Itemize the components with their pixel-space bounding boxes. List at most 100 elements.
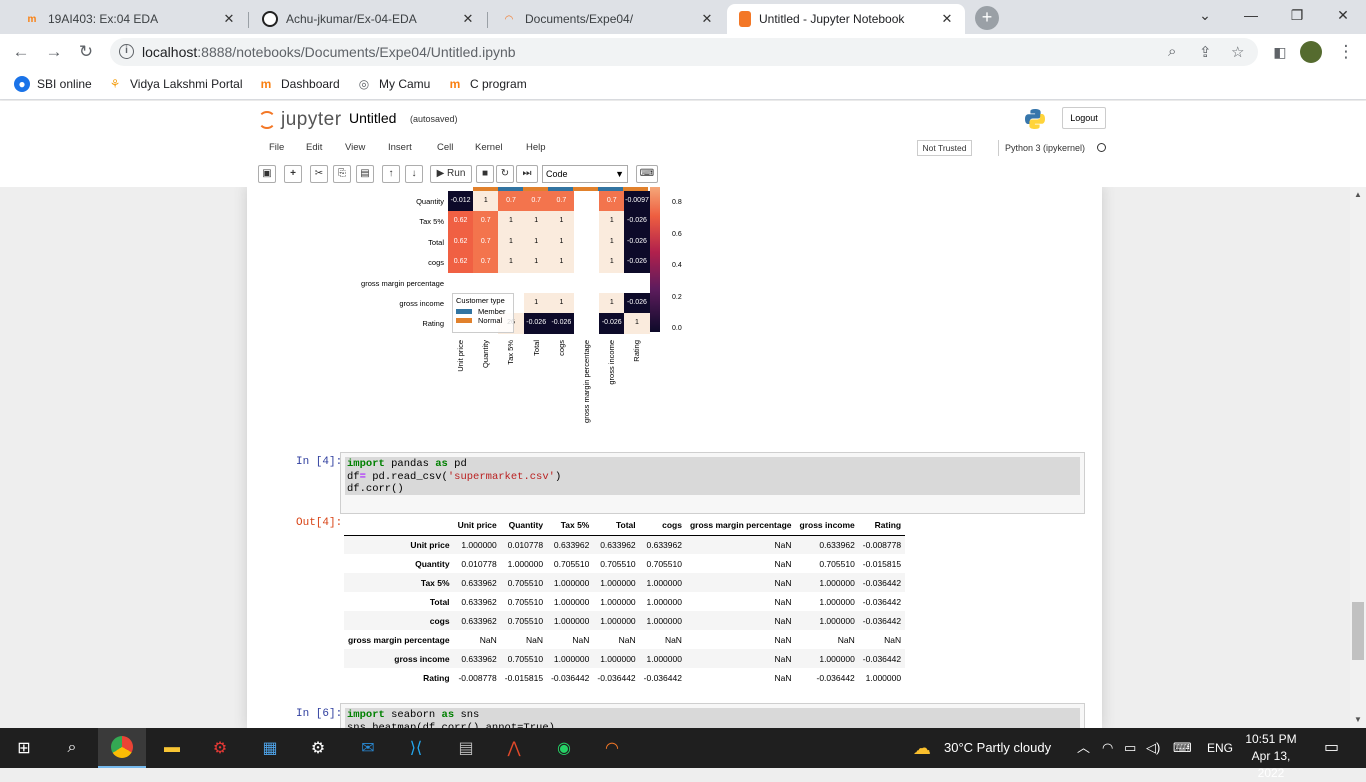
matlab-icon[interactable]: ⋀ — [490, 728, 538, 768]
code-cell-6[interactable]: import seaborn as sns sns.heatmap(df.corr… — [340, 703, 1085, 728]
system-clock[interactable]: 10:51 PM Apr 13, 2022 — [1238, 731, 1304, 782]
new-tab-button[interactable]: + — [975, 6, 999, 30]
move-up-icon[interactable]: ↑ — [382, 165, 400, 183]
tab-title: Documents/Expe04/ — [525, 12, 634, 26]
menu-view[interactable]: View — [345, 142, 365, 153]
close-tab-icon[interactable]: ✕ — [460, 11, 476, 27]
logout-button[interactable]: Logout — [1062, 107, 1106, 129]
side-panel-icon[interactable]: ◧ — [1268, 40, 1292, 64]
menu-insert[interactable]: Insert — [388, 142, 412, 153]
scroll-up-icon[interactable]: ▲ — [1354, 190, 1362, 199]
close-tab-icon[interactable]: ✕ — [939, 11, 955, 27]
scroll-down-icon[interactable]: ▼ — [1354, 715, 1362, 724]
keyboard-icon[interactable]: ⌨ — [1173, 728, 1192, 768]
tab-untitled-notebook[interactable]: Untitled - Jupyter Notebook ✕ — [727, 4, 965, 34]
language-indicator[interactable]: ENG — [1207, 728, 1233, 768]
table-cell: 1.000000 — [646, 577, 682, 588]
table-cell: NaN — [774, 558, 792, 569]
wifi-icon[interactable]: ◠ — [1102, 728, 1113, 768]
legend-strip — [498, 187, 523, 191]
tab-jupyter-files[interactable]: ◠ Documents/Expe04/ ✕ — [489, 4, 725, 34]
code-editor[interactable]: import pandas as pd df= pd.read_csv('supe… — [345, 457, 1080, 495]
cell-type-select[interactable]: Code ▼ — [542, 165, 628, 183]
command-palette-icon[interactable]: ⌨ — [636, 165, 658, 183]
control-panel-icon[interactable]: ▦ — [246, 728, 294, 768]
weather-text[interactable]: 30°C Partly cloudy — [944, 728, 1051, 768]
bookmark-my-camu[interactable]: ◎ My Camu — [356, 76, 431, 92]
menu-file[interactable]: File — [269, 142, 284, 153]
menu-kernel[interactable]: Kernel — [475, 142, 502, 153]
run-button[interactable]: ▶ Run — [430, 165, 472, 183]
save-icon[interactable]: ▣ — [258, 165, 276, 183]
settings-icon[interactable]: ⚙ — [294, 728, 342, 768]
interrupt-icon[interactable]: ■ — [476, 165, 494, 183]
scrollbar-thumb[interactable] — [1352, 602, 1364, 660]
calculator-icon[interactable]: ▤ — [442, 728, 490, 768]
table-cell: -0.036442 — [862, 596, 902, 607]
volume-icon[interactable]: ◁) — [1146, 728, 1160, 768]
show-hidden-icons-icon[interactable]: ︿ — [1077, 728, 1090, 768]
table-column-header: cogs — [639, 516, 686, 536]
tab-search-icon[interactable]: ⌄ — [1182, 0, 1228, 30]
bookmark-vidya-lakshmi[interactable]: ⚘ Vidya Lakshmi Portal — [107, 76, 243, 92]
restart-icon[interactable]: ↻ — [496, 165, 514, 183]
weather-icon[interactable]: ☁ — [913, 728, 931, 768]
jupyter-logo[interactable]: jupyter — [258, 109, 342, 131]
move-down-icon[interactable]: ↓ — [405, 165, 423, 183]
tab-title: Untitled - Jupyter Notebook — [759, 12, 905, 26]
mail-icon[interactable]: ✉ — [344, 728, 392, 768]
copy-icon[interactable]: ⎘ — [333, 165, 351, 183]
share-icon[interactable]: ⇪ — [1199, 43, 1212, 61]
vscode-icon[interactable]: ⟩⟨ — [392, 728, 440, 768]
bookmark-c-program[interactable]: m C program — [447, 76, 527, 92]
bookmarks-bar: ● SBI online ⚘ Vidya Lakshmi Portal m Dashb… — [0, 70, 1366, 100]
search-icon[interactable]: ⌕ — [48, 728, 96, 768]
tab-eda-moodle[interactable]: m 19AI403: Ex:04 EDA ✕ — [12, 4, 247, 34]
notebook-name[interactable]: Untitled — [349, 110, 396, 126]
table-column-header: Unit price — [453, 516, 501, 536]
battery-icon[interactable]: ▭ — [1124, 728, 1136, 768]
menu-cell[interactable]: Cell — [437, 142, 453, 153]
whatsapp-icon[interactable]: ◉ — [540, 728, 588, 768]
paste-icon[interactable]: ▤ — [356, 165, 374, 183]
bookmark-sbi-online[interactable]: ● SBI online — [14, 76, 92, 92]
back-icon[interactable]: ← — [9, 40, 33, 64]
jupyter-icon[interactable]: ◠ — [588, 728, 636, 768]
windows-start-icon[interactable]: ⊞ — [0, 728, 48, 768]
file-explorer-icon[interactable]: ▬ — [148, 728, 196, 768]
reload-icon[interactable]: ↻ — [74, 40, 98, 64]
app-icon[interactable]: ⚙ — [196, 728, 244, 768]
code-cell-4[interactable]: import pandas as pd df= pd.read_csv('supe… — [340, 452, 1085, 514]
tab-title: 19AI403: Ex:04 EDA — [48, 12, 159, 26]
close-window-button[interactable]: ✕ — [1320, 0, 1366, 30]
colorbar-tick: 0.8 — [672, 199, 682, 206]
restart-run-all-icon[interactable]: ⏭ — [516, 165, 538, 183]
bookmark-dashboard[interactable]: m Dashboard — [258, 76, 340, 92]
site-info-icon[interactable]: i — [119, 44, 134, 59]
url-text[interactable]: localhost:8888/notebooks/Documents/Expe0… — [142, 44, 516, 60]
kernel-name[interactable]: Python 3 (ipykernel) — [998, 140, 1085, 156]
chrome-menu-icon[interactable]: ⋮ — [1334, 40, 1358, 64]
profile-avatar[interactable] — [1300, 41, 1322, 63]
table-cell: -0.036442 — [643, 672, 682, 683]
bookmark-star-icon[interactable]: ☆ — [1231, 43, 1244, 61]
menu-help[interactable]: Help — [526, 142, 546, 153]
close-tab-icon[interactable]: ✕ — [699, 11, 715, 27]
clock-time: 10:51 PM — [1245, 732, 1297, 746]
close-tab-icon[interactable]: ✕ — [221, 11, 237, 27]
restore-button[interactable]: ❐ — [1274, 0, 1320, 30]
table-column-header — [344, 516, 454, 536]
trust-indicator[interactable]: Not Trusted — [917, 140, 972, 156]
code-editor[interactable]: import seaborn as sns sns.heatmap(df.corr… — [345, 708, 1080, 728]
cut-icon[interactable]: ✂ — [310, 165, 328, 183]
forward-icon[interactable]: → — [42, 40, 66, 64]
add-cell-icon[interactable]: + — [284, 165, 302, 183]
minimize-button[interactable]: — — [1228, 0, 1274, 30]
zoom-icon[interactable]: ⌕ — [1168, 43, 1176, 60]
menu-edit[interactable]: Edit — [306, 142, 322, 153]
omnibox[interactable]: i localhost:8888/notebooks/Documents/Exp… — [110, 38, 1258, 66]
chrome-icon[interactable] — [98, 728, 146, 768]
tab-github[interactable]: Achu-jkumar/Ex-04-EDA ✕ — [250, 4, 486, 34]
notification-icon[interactable]: ▭ — [1324, 728, 1339, 768]
page-scrollbar[interactable]: ▲ ▼ — [1350, 187, 1366, 728]
